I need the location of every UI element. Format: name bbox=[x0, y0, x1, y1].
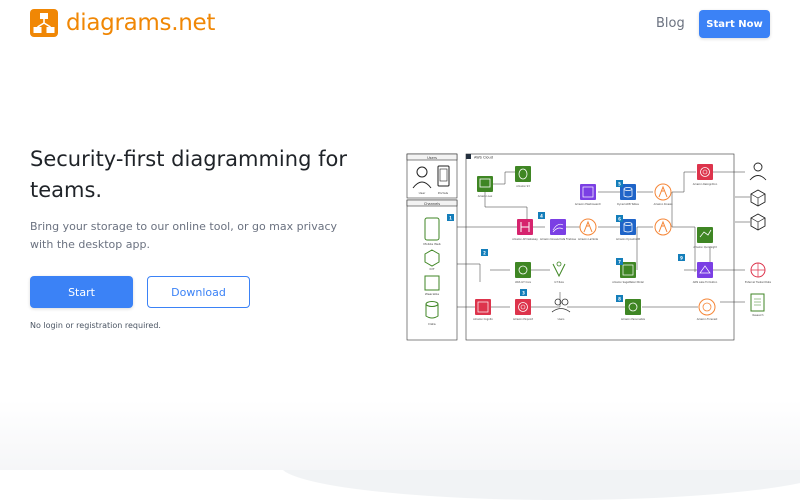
rekognition-icon bbox=[697, 164, 713, 180]
step-badge-3-label: 3 bbox=[522, 290, 525, 295]
start-button[interactable]: Start bbox=[30, 276, 133, 308]
external-data-icon bbox=[750, 262, 766, 278]
node-label-dynamodb: Amazon DynamoDB bbox=[616, 238, 640, 241]
elasticsearch-icon bbox=[580, 184, 596, 200]
step-badge-9-label: 9 bbox=[680, 255, 683, 260]
hero-subtitle: Bring your storage to our online tool, o… bbox=[30, 220, 338, 251]
lake-formation-icon bbox=[697, 262, 713, 278]
node-label-forecast: Amazon Forecast bbox=[697, 318, 718, 321]
step-badge-1-label: 1 bbox=[449, 215, 452, 220]
lambda-icon-3 bbox=[654, 218, 672, 236]
aws-cloud-icon bbox=[466, 154, 471, 159]
node-label-lex: Amazon Lex bbox=[478, 195, 493, 198]
step-badge-6-label: 6 bbox=[618, 216, 621, 221]
users-header: Users bbox=[427, 156, 437, 160]
forecast-icon bbox=[698, 298, 716, 316]
node-label-pinpoint: Amazon Pinpoint bbox=[513, 318, 533, 321]
research-doc-icon bbox=[750, 293, 765, 312]
channel-label-mobile: Mobile Web bbox=[423, 242, 440, 246]
amazon-cognito-icon bbox=[475, 299, 491, 315]
node-label-elasticsearch: Amazon Elasticsearch bbox=[575, 203, 602, 206]
channel-label-iot: IOT bbox=[429, 267, 434, 271]
step-badge-2-label: 2 bbox=[483, 250, 486, 255]
user-label: User bbox=[419, 191, 427, 195]
lambda-icon-1 bbox=[579, 218, 597, 236]
node-label-iot-rule: IoT Rule bbox=[554, 281, 564, 284]
node-label-cognito: Amazon Cognito bbox=[473, 318, 493, 321]
node-label-lake-formation: AWS Lake Formation bbox=[693, 281, 718, 284]
step-badge-4-label: 4 bbox=[540, 213, 543, 218]
portal-label: Portals bbox=[438, 191, 449, 195]
nav-blog-link[interactable]: Blog bbox=[656, 16, 685, 31]
api-gateway-icon bbox=[517, 219, 533, 235]
personalize-icon bbox=[625, 299, 641, 315]
download-button[interactable]: Download bbox=[147, 276, 250, 308]
start-now-button[interactable]: Start Now bbox=[699, 10, 770, 38]
channel-label-data: Data bbox=[428, 322, 435, 326]
channels-header: Channels bbox=[424, 202, 440, 206]
kinesis-firehose-icon bbox=[550, 219, 566, 235]
quicksight-icon bbox=[697, 227, 713, 243]
node-label-iot-core: AWS IoT Core bbox=[515, 281, 532, 284]
hero-title: Security-first diagramming for teams. bbox=[30, 147, 347, 202]
node-label-external-data: External Trusted Data bbox=[745, 281, 771, 284]
lambda-icon-2 bbox=[654, 183, 672, 201]
logo-text: diagrams.net bbox=[66, 10, 216, 36]
step-badge-8-label: 8 bbox=[618, 296, 621, 301]
node-label-firehose: Amazon Kinesis Data Firehose bbox=[540, 238, 577, 241]
node-label-lambda: Amazon Lambda bbox=[578, 238, 599, 241]
footer-fade bbox=[0, 400, 800, 470]
architecture-diagram[interactable]: Users Channels User Portals Mobile Web I… bbox=[405, 152, 775, 342]
amazon-lex-icon bbox=[477, 176, 493, 192]
node-label-api-gateway: Amazon API Gateway bbox=[512, 238, 538, 241]
node-label-s3: Amazon S3 bbox=[516, 185, 530, 188]
node-label-quicksight: Amazon QuickSight bbox=[693, 246, 716, 249]
no-login-note: No login or registration required. bbox=[30, 321, 161, 330]
step-badge-7-label: 7 bbox=[618, 259, 621, 264]
external-user-icon bbox=[749, 162, 767, 181]
node-label-users: Users bbox=[558, 318, 565, 321]
amazon-pinpoint-icon bbox=[515, 299, 531, 315]
diagram-logo-icon bbox=[30, 9, 58, 37]
node-label-personalize: Amazon Personalize bbox=[621, 318, 646, 321]
cube-icon-1 bbox=[750, 189, 766, 207]
cube-icon-2 bbox=[750, 213, 766, 231]
step-badge-5-label: 5 bbox=[618, 181, 621, 186]
node-label-research: Research bbox=[753, 314, 764, 317]
aws-cloud-label: AWS Cloud bbox=[474, 156, 493, 160]
iot-core-icon bbox=[515, 262, 531, 278]
amazon-s3-icon bbox=[515, 166, 531, 182]
node-label-rekognition: Amazon Rekognition bbox=[693, 183, 718, 186]
logo[interactable]: diagrams.net bbox=[30, 9, 215, 37]
channel-label-wearable: Wearable bbox=[425, 292, 439, 296]
node-label-sagemaker-model: Amazon SageMaker Model bbox=[612, 281, 644, 284]
node-label-kinesis: Amazon Kinesis bbox=[654, 203, 674, 206]
node-label-dynamodb-tables: DynamoDB Tables bbox=[617, 203, 639, 206]
